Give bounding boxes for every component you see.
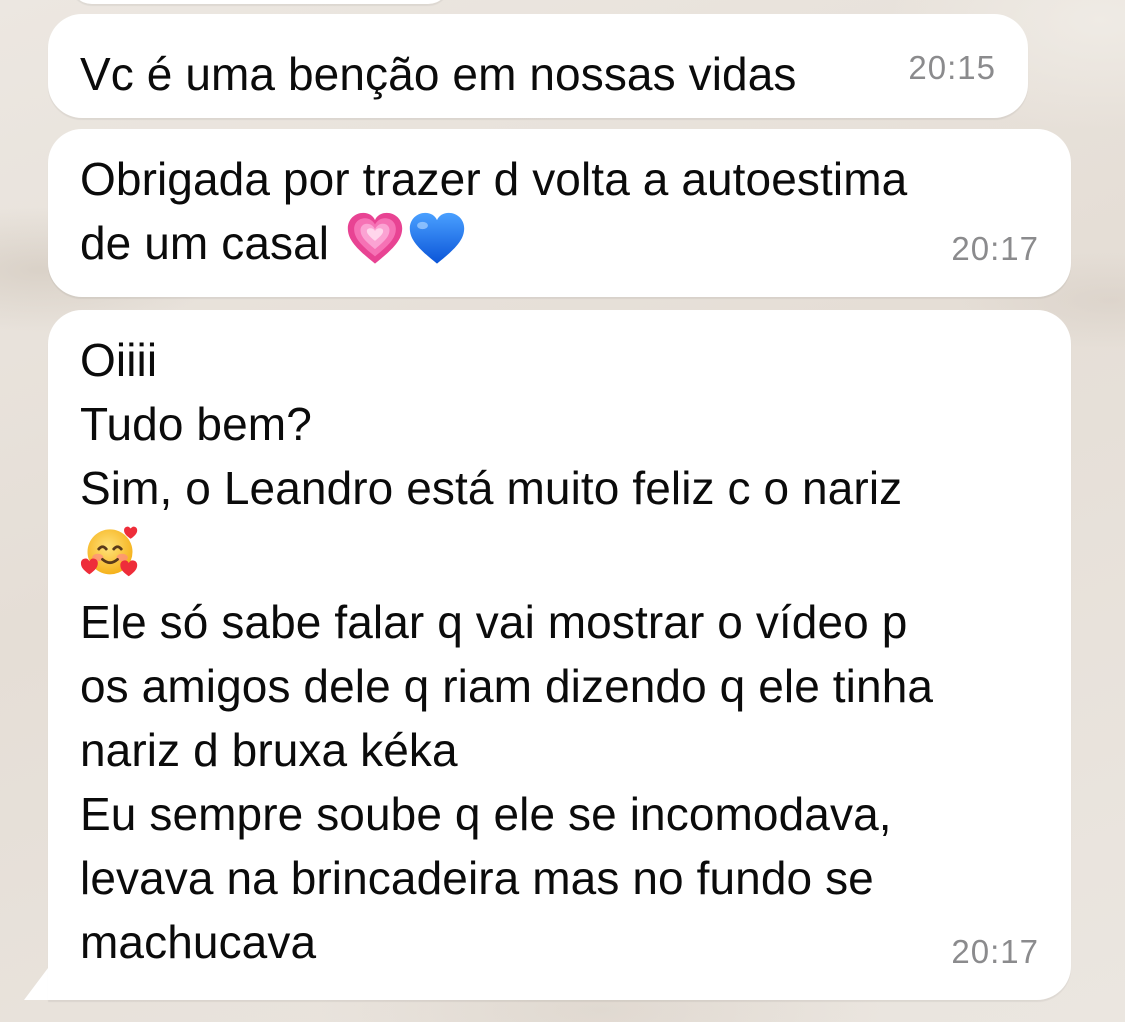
message-text-line: Eu sempre soube q ele se incomodava, [80, 788, 892, 840]
previous-message-bubble[interactable] [70, 0, 450, 4]
message-text-line: Sim, o Leandro está muito feliz c o nari… [80, 462, 903, 514]
message-text-line: machucava [80, 916, 317, 968]
message-text: Vc é uma benção em nossas vidas [80, 48, 797, 100]
message-timestamp: 20:15 [908, 49, 996, 86]
emoji-line [80, 520, 1039, 590]
message-text-line: Oiiii [80, 334, 158, 386]
message-bubble[interactable]: Vc é uma benção em nossas vidas 20:15 [48, 14, 1028, 118]
message-text-line: Obrigada por trazer d volta a autoestima [80, 153, 908, 205]
message-text-line: levava na brincadeira mas no fundo se [80, 852, 874, 904]
message-text-line-with-emoji: de um casal [80, 211, 1039, 275]
message-bubble[interactable]: Oiiii Tudo bem? Sim, o Leandro está muit… [48, 310, 1071, 1000]
message-text-line: nariz d bruxa kéka [80, 724, 458, 776]
smiling-face-with-hearts-icon [80, 520, 140, 580]
message-timestamp: 20:17 [951, 230, 1039, 267]
message-text-line: Ele só sabe falar q vai mostrar o vídeo … [80, 596, 908, 648]
growing-heart-icon [346, 211, 404, 269]
blue-heart-icon [408, 211, 466, 269]
message-text-line: Tudo bem? [80, 398, 312, 450]
message-bubble[interactable]: Obrigada por trazer d volta a autoestima… [48, 129, 1071, 297]
message-text: de um casal [80, 217, 330, 269]
message-timestamp: 20:17 [951, 933, 1039, 970]
message-text-line: os amigos dele q riam dizendo q ele tinh… [80, 660, 934, 712]
